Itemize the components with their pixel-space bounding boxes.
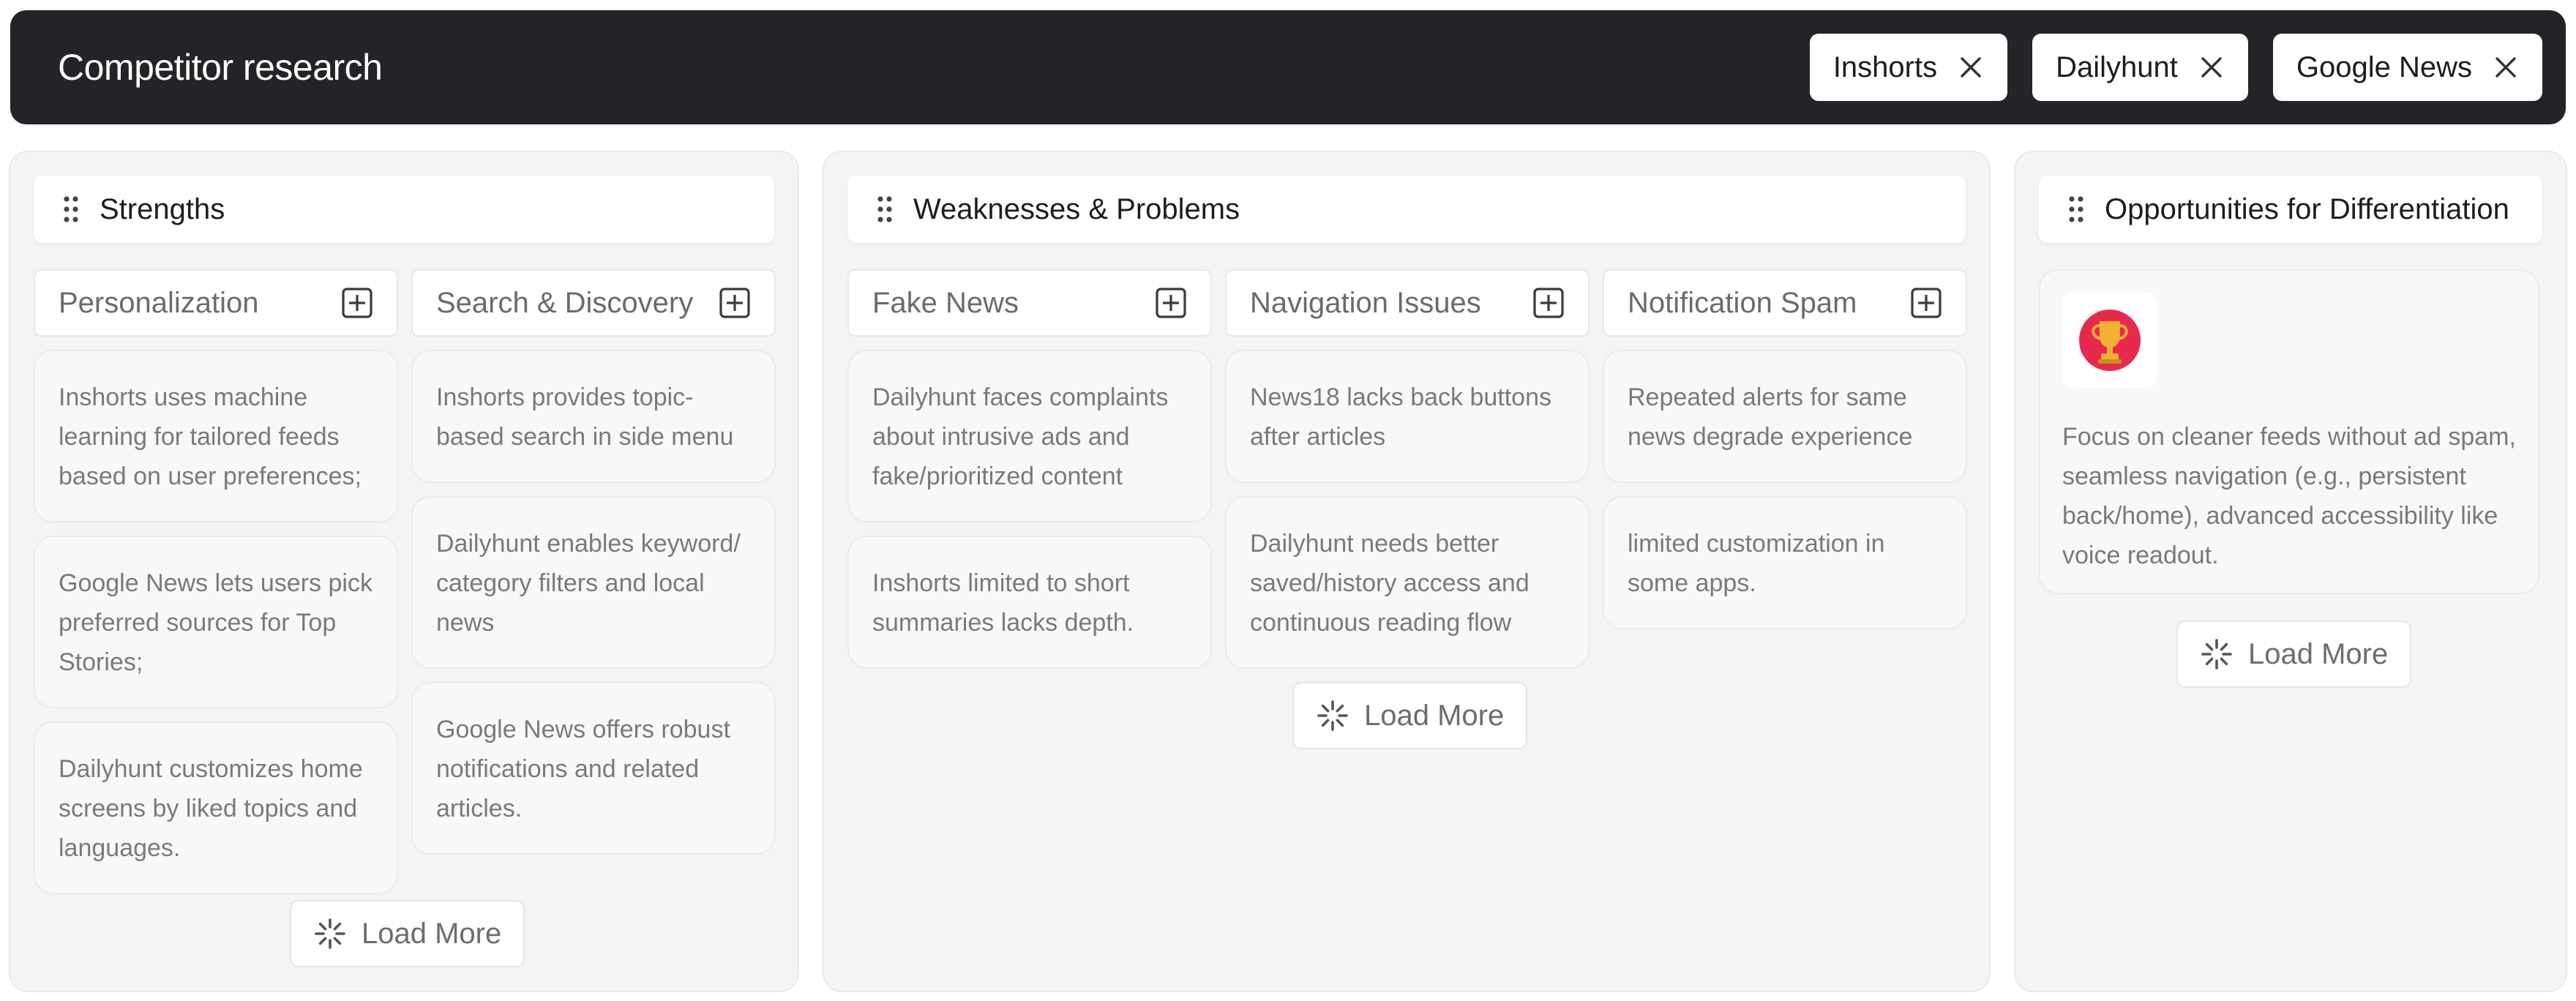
group-search-discovery: Search & Discovery Inshorts provides top… bbox=[411, 269, 776, 855]
load-more-button[interactable]: Load More bbox=[290, 900, 525, 967]
group-title: Fake News bbox=[872, 286, 1019, 319]
card-text: Inshorts limited to short summaries lack… bbox=[872, 569, 1134, 637]
column-header: Strengths bbox=[34, 176, 774, 243]
load-more-label: Load More bbox=[2248, 637, 2389, 670]
list-item[interactable]: Inshorts limited to short summaries lack… bbox=[847, 536, 1212, 669]
card-text: Inshorts provides topic-based search in … bbox=[436, 383, 734, 451]
list-item[interactable]: Inshorts provides topic-based search in … bbox=[411, 350, 776, 483]
competitor-chips: Inshorts Dailyhunt Google News bbox=[1809, 34, 2542, 101]
list-item[interactable]: Google News offers robust notifications … bbox=[411, 682, 776, 855]
card-text: Repeated alerts for same news degrade ex… bbox=[1628, 383, 1913, 451]
card-text: Inshorts uses machine learning for tailo… bbox=[59, 383, 362, 490]
group-title: Navigation Issues bbox=[1250, 286, 1481, 319]
close-icon[interactable] bbox=[1958, 54, 1984, 80]
card-text: Dailyhunt faces complaints about intrusi… bbox=[872, 383, 1169, 490]
column-title: Opportunities for Differentiation bbox=[2105, 192, 2509, 225]
chip-label: Inshorts bbox=[1832, 50, 1938, 83]
card-text: Dailyhunt enables keyword/ category filt… bbox=[436, 530, 741, 637]
card-text: Google News offers robust notifications … bbox=[436, 716, 730, 822]
card-text: Dailyhunt customizes home screens by lik… bbox=[59, 755, 363, 862]
chip-label: Dailyhunt bbox=[2056, 50, 2178, 83]
column-header: Opportunities for Differentiation bbox=[2039, 176, 2542, 243]
list-item[interactable]: Dailyhunt faces complaints about intrusi… bbox=[847, 350, 1212, 522]
chip-dailyhunt[interactable]: Dailyhunt bbox=[2032, 34, 2248, 101]
group-navigation-issues: Navigation Issues News18 lacks back butt… bbox=[1225, 269, 1590, 669]
close-icon[interactable] bbox=[2198, 54, 2225, 80]
column-title: Weaknesses & Problems bbox=[913, 192, 1240, 225]
column-opportunities: Opportunities for Differentiation Focus … bbox=[2014, 151, 2567, 992]
list-item[interactable]: News18 lacks back buttons after articles bbox=[1225, 350, 1590, 483]
add-icon[interactable] bbox=[1910, 287, 1942, 319]
group-header: Notification Spam bbox=[1603, 269, 1967, 337]
card-text: Focus on cleaner feeds without ad spam, … bbox=[2062, 423, 2516, 569]
chip-inshorts[interactable]: Inshorts bbox=[1809, 34, 2008, 101]
list-item[interactable]: Dailyhunt customizes home screens by lik… bbox=[34, 721, 398, 894]
group-header: Personalization bbox=[34, 269, 398, 337]
group-title: Notification Spam bbox=[1628, 286, 1857, 319]
add-icon[interactable] bbox=[719, 287, 751, 319]
list-item[interactable]: Dailyhunt needs better saved/history acc… bbox=[1225, 496, 1590, 669]
drag-handle-icon[interactable] bbox=[2068, 195, 2084, 224]
column-title: Strengths bbox=[100, 192, 225, 225]
group-title: Search & Discovery bbox=[436, 286, 694, 319]
load-more-button[interactable]: Load More bbox=[1292, 682, 1528, 749]
chip-google-news[interactable]: Google News bbox=[2272, 34, 2542, 101]
drag-handle-icon[interactable] bbox=[877, 195, 893, 224]
close-icon[interactable] bbox=[2493, 54, 2519, 80]
drag-handle-icon[interactable] bbox=[63, 195, 79, 224]
card-text: News18 lacks back buttons after articles bbox=[1250, 383, 1551, 451]
column-header: Weaknesses & Problems bbox=[847, 176, 1966, 243]
card-text: Google News lets users pick preferred so… bbox=[59, 569, 372, 676]
load-more-button[interactable]: Load More bbox=[2176, 621, 2412, 688]
list-item[interactable]: limited customization in some apps. bbox=[1603, 496, 1967, 629]
column-weaknesses: Weaknesses & Problems Fake News Dailyhun… bbox=[823, 151, 1991, 992]
list-item[interactable]: Google News lets users pick preferred so… bbox=[34, 536, 398, 708]
chip-label: Google News bbox=[2296, 50, 2472, 83]
add-icon[interactable] bbox=[1155, 287, 1187, 319]
add-icon[interactable] bbox=[341, 287, 373, 319]
group-fake-news: Fake News Dailyhunt faces complaints abo… bbox=[847, 269, 1212, 669]
trophy-icon bbox=[2079, 310, 2141, 371]
load-more-label: Load More bbox=[1364, 699, 1505, 732]
group-notification-spam: Notification Spam Repeated alerts for sa… bbox=[1603, 269, 1967, 629]
card-text: limited customization in some apps. bbox=[1628, 530, 1885, 597]
group-header: Navigation Issues bbox=[1225, 269, 1590, 337]
group-header: Search & Discovery bbox=[411, 269, 776, 337]
column-strengths: Strengths Personalization Inshorts uses … bbox=[9, 151, 799, 992]
group-header: Fake News bbox=[847, 269, 1212, 337]
page-title: Competitor research bbox=[58, 47, 383, 88]
list-item[interactable]: Focus on cleaner feeds without ad spam, … bbox=[2039, 269, 2539, 594]
add-icon[interactable] bbox=[1532, 287, 1565, 319]
load-more-label: Load More bbox=[362, 917, 502, 950]
spinner-icon bbox=[2201, 639, 2232, 670]
group-title: Personalization bbox=[59, 286, 259, 319]
card-image bbox=[2062, 293, 2157, 388]
spinner-icon bbox=[315, 918, 345, 949]
list-item[interactable]: Inshorts uses machine learning for tailo… bbox=[34, 350, 398, 522]
card-text: Dailyhunt needs better saved/history acc… bbox=[1250, 530, 1530, 637]
list-item[interactable]: Dailyhunt enables keyword/ category filt… bbox=[411, 496, 776, 669]
spinner-icon bbox=[1317, 700, 1348, 731]
list-item[interactable]: Repeated alerts for same news degrade ex… bbox=[1603, 350, 1967, 483]
group-personalization: Personalization Inshorts uses machine le… bbox=[34, 269, 398, 894]
top-bar: Competitor research Inshorts Dailyhunt G… bbox=[10, 10, 2566, 124]
